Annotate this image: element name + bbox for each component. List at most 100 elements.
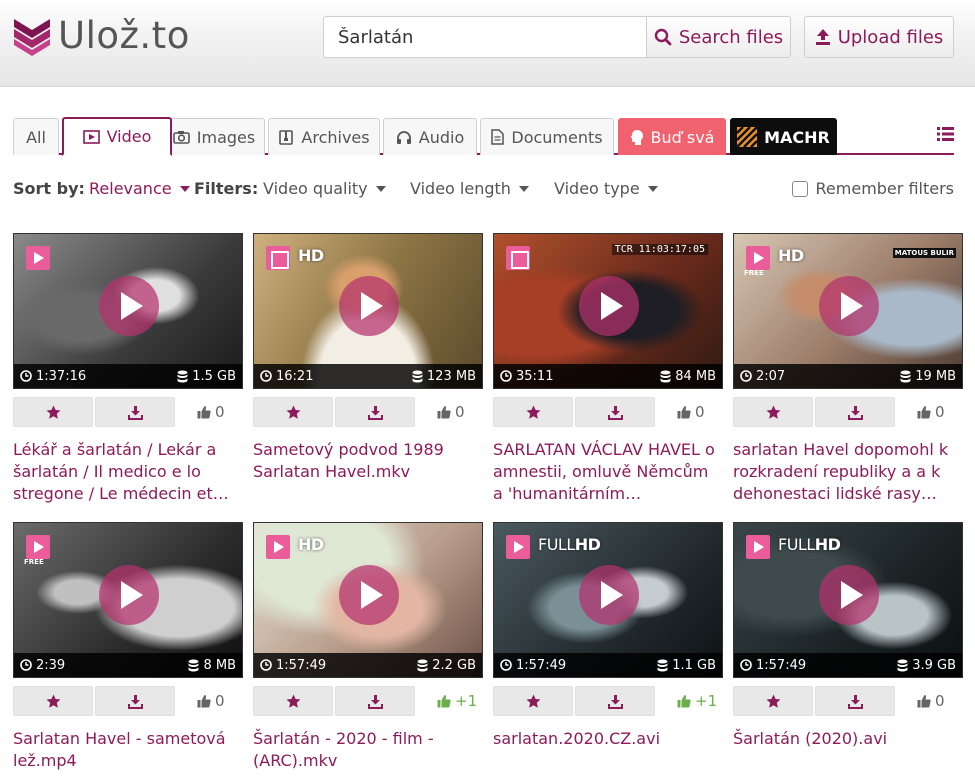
database-icon: [188, 659, 199, 671]
thumbnail-info-bar: 1:57:49 2.2 GB: [254, 653, 482, 677]
duration: 1:57:49: [500, 658, 566, 673]
clock-icon: [260, 659, 272, 671]
download-button[interactable]: [815, 686, 895, 716]
search-input[interactable]: [323, 16, 647, 58]
thumbnail-info-bar: 2:07 19 MB: [734, 364, 962, 388]
favorite-button[interactable]: [13, 397, 93, 427]
remember-filters[interactable]: Remember filters: [791, 179, 954, 198]
video-thumbnail[interactable]: FREE 2:39 8 MB: [13, 522, 243, 678]
download-button[interactable]: [335, 686, 415, 716]
download-button[interactable]: [95, 397, 175, 427]
video-thumbnail[interactable]: HD 16:21 123 MB: [253, 233, 483, 389]
duration: 1:57:49: [260, 658, 326, 673]
download-icon: [127, 405, 143, 420]
download-button[interactable]: [95, 686, 175, 716]
video-title-link[interactable]: sarlatan.2020.CZ.avi: [493, 728, 723, 750]
site-header: Ulož.to Search files Upload files: [0, 0, 975, 87]
tab-archives[interactable]: Archives: [268, 118, 380, 155]
favorite-button[interactable]: [13, 686, 93, 716]
list-view-icon[interactable]: [937, 127, 954, 141]
download-button[interactable]: [575, 397, 655, 427]
duration-text: 1:37:16: [36, 368, 87, 384]
video-title-link[interactable]: Šarlatán - 2020 - film - (ARC).mkv: [253, 728, 483, 772]
like-counter[interactable]: 0: [917, 692, 945, 710]
video-thumbnail[interactable]: 35:11 84 MB TCR 11:03:17:05: [493, 233, 723, 389]
video-title-link[interactable]: SARLATAN VÁCLAV HAVEL o amnestii, omluvě…: [493, 439, 723, 505]
download-icon: [847, 405, 863, 420]
video-type-dropdown[interactable]: Video type: [554, 179, 658, 198]
tab-all[interactable]: All: [13, 118, 59, 155]
file-size-text: 2.2 GB: [432, 657, 476, 673]
tab-documents[interactable]: Documents: [480, 118, 614, 155]
free-badge: FREE: [744, 269, 764, 277]
video-thumbnail[interactable]: 1:37:16 1.5 GB: [13, 233, 243, 389]
upload-button-label: Upload files: [837, 26, 944, 48]
video-title-link[interactable]: Sarlatan Havel - sametová lež.mp4: [13, 728, 243, 772]
video-card: 35:11 84 MB TCR 11:03:17:05 0 SARLATAN V…: [493, 233, 723, 505]
play-overlay-icon[interactable]: [339, 565, 399, 625]
duration-text: 2:07: [756, 368, 786, 384]
chevron-down-icon: [647, 185, 658, 192]
remember-filters-checkbox[interactable]: [791, 180, 808, 197]
like-counter[interactable]: 0: [197, 403, 225, 421]
favorite-button[interactable]: [493, 686, 573, 716]
video-title-link[interactable]: sarlatan Havel dopomohl k rozkradení rep…: [733, 439, 963, 505]
tab-audio[interactable]: Audio: [383, 118, 477, 155]
play-overlay-icon[interactable]: [99, 276, 159, 336]
play-overlay-icon[interactable]: [819, 565, 879, 625]
play-overlay-icon[interactable]: [579, 276, 639, 336]
download-button[interactable]: [575, 686, 655, 716]
chevron-down-icon: [375, 185, 386, 192]
video-quality-dropdown[interactable]: Video quality: [263, 179, 386, 198]
clock-icon: [740, 659, 752, 671]
favorite-button[interactable]: [253, 397, 333, 427]
download-button[interactable]: [815, 397, 895, 427]
tab-video-label: Video: [106, 127, 152, 146]
favorite-button[interactable]: [733, 397, 813, 427]
clock-icon: [20, 659, 32, 671]
quality-badge: HD: [298, 535, 324, 554]
play-overlay-icon[interactable]: [579, 565, 639, 625]
like-counter[interactable]: +1: [437, 692, 477, 710]
chevron-down-icon: [518, 185, 529, 192]
like-counter[interactable]: 0: [437, 403, 465, 421]
favorite-button[interactable]: [733, 686, 813, 716]
tab-images[interactable]: Images: [163, 118, 265, 155]
tab-video[interactable]: Video: [62, 117, 172, 156]
video-thumbnail[interactable]: FULLHD 1:57:49 3.9 GB: [733, 522, 963, 678]
video-thumbnail[interactable]: HD 1:57:49 2.2 GB: [253, 522, 483, 678]
like-counter[interactable]: 0: [917, 403, 945, 421]
like-count: 0: [935, 692, 945, 710]
video-type-icon: [746, 535, 770, 559]
like-counter[interactable]: +1: [677, 692, 717, 710]
play-overlay-icon[interactable]: [819, 276, 879, 336]
favorite-button[interactable]: [493, 397, 573, 427]
video-type-icon: [266, 535, 290, 559]
thumbs-up-icon: [437, 406, 451, 419]
video-thumbnail[interactable]: FULLHD 1:57:49 1.1 GB: [493, 522, 723, 678]
tab-machr[interactable]: MACHR: [730, 118, 837, 155]
logo-chevron-icon: [14, 18, 50, 56]
file-size: 8 MB: [188, 658, 236, 673]
search-button[interactable]: Search files: [646, 16, 791, 58]
video-thumbnail[interactable]: FREE HD 2:07 19 MB MATOUS BULIR: [733, 233, 963, 389]
video-title-link[interactable]: Lékář a šarlatán / Lekár a šarlatán / Il…: [13, 439, 243, 505]
duration-text: 1:57:49: [276, 657, 327, 673]
video-length-dropdown[interactable]: Video length: [410, 179, 529, 198]
video-title-link[interactable]: Sametový podvod 1989 Sarlatan Havel.mkv: [253, 439, 483, 483]
site-logo[interactable]: Ulož.to: [12, 14, 190, 57]
tab-bud-sva[interactable]: Buď svá: [618, 118, 726, 155]
sort-dropdown[interactable]: Relevance: [89, 179, 190, 198]
play-overlay-icon[interactable]: [99, 565, 159, 625]
favorite-button[interactable]: [253, 686, 333, 716]
file-size-text: 19 MB: [915, 368, 956, 384]
upload-button[interactable]: Upload files: [804, 16, 954, 58]
like-counter[interactable]: 0: [197, 692, 225, 710]
thumbs-up-icon: [677, 406, 691, 419]
like-counter[interactable]: 0: [677, 403, 705, 421]
video-title-link[interactable]: Šarlatán (2020).avi: [733, 728, 963, 750]
play-overlay-icon[interactable]: [339, 276, 399, 336]
card-actions: 0: [733, 397, 963, 427]
download-button[interactable]: [335, 397, 415, 427]
card-actions: 0: [13, 397, 243, 427]
